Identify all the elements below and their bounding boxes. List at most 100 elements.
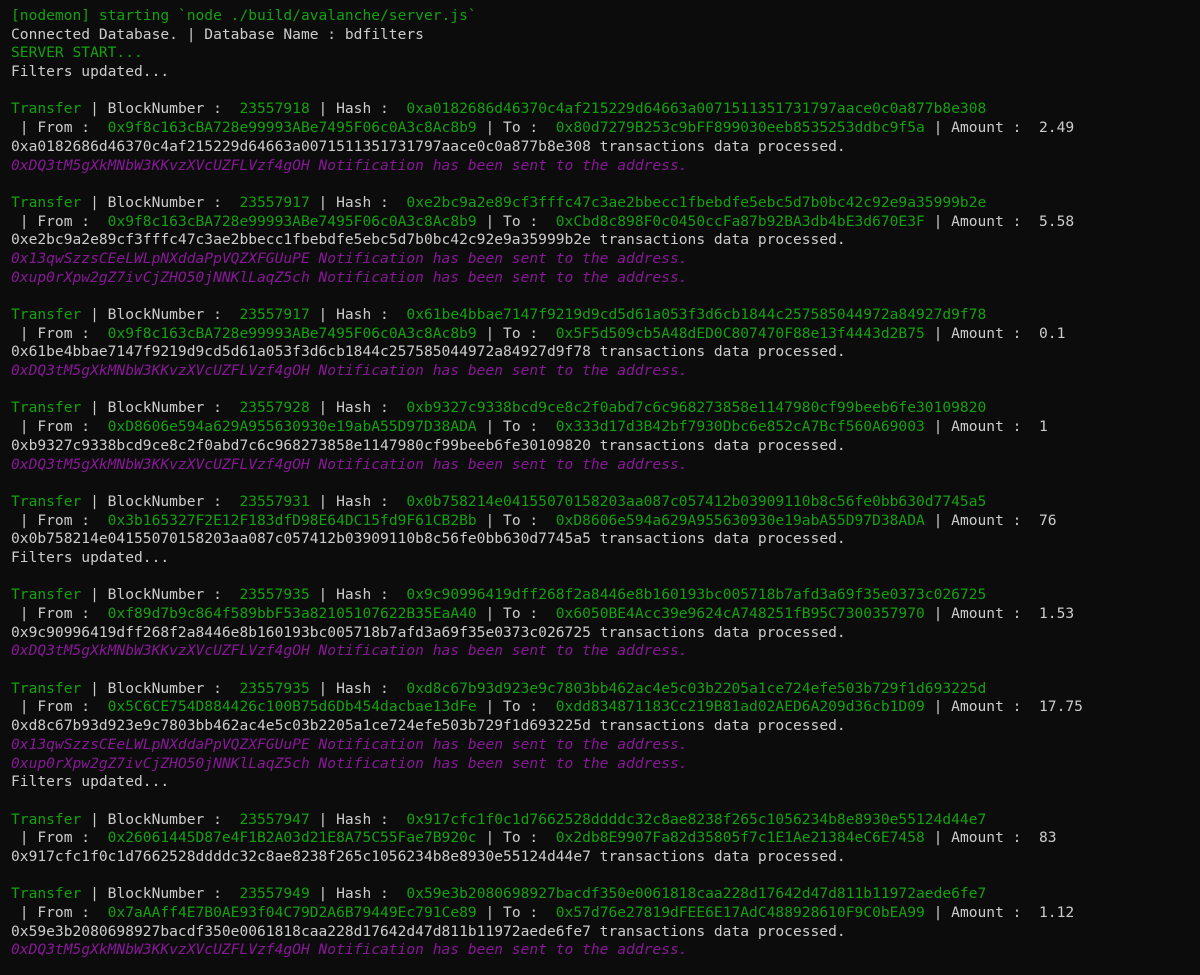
terminal-text-segment: | Amount : 1 [924,418,1048,436]
terminal-text-segment: 0xe2bc9a2e89cf3fffc47c3ae2bbecc1fbebdfe5… [406,193,987,211]
terminal-line-transfer: Transfer | BlockNumber : 23557935 | Hash… [11,586,1190,605]
terminal-text-segment: | Amount : 83 [924,829,1057,847]
terminal-line-transfer-detail: | From : 0x3b165327F2E12F183dfD98E64DC15… [11,512,1190,531]
terminal-text-segment: 0x5C6CE754D884426c100B75d6Db454dacbae13d… [107,698,477,716]
terminal-text-segment: 0x57d76e27819dFEE6E17AdC488928610F9C0bEA… [555,904,925,921]
terminal-text-segment: 0xf89d7b9c864f589bbF53a82105107622B35EaA… [107,605,477,622]
terminal-text-segment: 0xa0182686d46370c4af215229d64663a0071511… [11,137,846,155]
terminal-text-segment: Filters updated... [11,773,170,791]
terminal-line-transfer-detail: | From : 0x7aAAff4E7B0AE93f04C79D2A6B794… [11,904,1190,923]
terminal-text-segment: | Amount : 76 [924,511,1057,529]
terminal-line-notification: 0xDQ3tM5gXkMNbW3KKvzXVcUZFLVzf4gOH Notif… [11,362,1190,381]
terminal-text-segment: | Hash : [309,885,407,903]
terminal-text-segment: | BlockNumber : [81,885,240,903]
terminal-line-transfer: Transfer | BlockNumber : 23557917 | Hash… [11,306,1190,325]
terminal-text-segment: | From : [11,212,108,230]
terminal-text-segment: 0x6050BE4Acc39e9624cA748251fB95C73003579… [555,605,925,622]
terminal-line-notification: 0xDQ3tM5gXkMNbW3KKvzXVcUZFLVzf4gOH Notif… [11,157,1190,176]
terminal-text-segment: 0x80d7279B253c9bFF899030eeb8535253ddbc9f… [555,119,925,137]
terminal-line-transfer-detail: | From : 0xf89d7b9c864f589bbF53a82105107… [11,605,1190,624]
terminal-text-segment: | From : [11,829,108,847]
terminal-text-segment: 23557917 [239,193,310,211]
terminal-text-segment: Connected Database. | Database Name : bd… [11,25,424,43]
terminal-text-segment: 0x7aAAff4E7B0AE93f04C79D2A6B79449Ec791Ce… [107,904,477,921]
terminal-text-segment: [nodemon] starting `node ./build/avalanc… [11,7,477,24]
terminal-text-segment: 23557918 [239,100,310,118]
terminal-line-text: SERVER START... [11,44,1190,63]
terminal-text-segment: 0x2db8E9907Fa82d35805f7c1E1Ae21384eC6E74… [555,829,925,847]
terminal-text-segment: | To : [476,829,556,847]
terminal-text-segment: 0xup0rXpw2gZ7ivCjZHO50jNNKlLaqZ5ch Notif… [11,268,688,286]
terminal-text-segment: 23557928 [239,399,310,417]
terminal-text-segment: | BlockNumber : [81,399,240,417]
terminal-text-segment: 0xd8c67b93d923e9c7803bb462ac4e5c03b2205a… [406,679,987,697]
terminal-text-segment: | BlockNumber : [81,193,240,211]
terminal-line-processed: 0xb9327c9338bcd9ce8c2f0abd7c6c968273858e… [11,437,1190,456]
terminal-line-transfer: Transfer | BlockNumber : 23557917 | Hash… [11,194,1190,213]
terminal-line-processed: 0xd8c67b93d923e9c7803bb462ac4e5c03b2205a… [11,717,1190,736]
terminal-text-segment: | To : [476,511,556,529]
terminal-line-transfer: Transfer | BlockNumber : 23557928 | Hash… [11,399,1190,418]
terminal-text-segment: 0xb9327c9338bcd9ce8c2f0abd7c6c968273858e… [11,436,846,454]
terminal-line-transfer-detail: | From : 0x5C6CE754D884426c100B75d6Db454… [11,698,1190,717]
terminal-text-segment: Transfer [11,100,82,118]
terminal-line-processed: 0x61be4bbae7147f9219d9cd5d61a053f3d6cb18… [11,343,1190,362]
terminal-text-segment: | From : [11,511,108,529]
terminal-text-segment: 0xa0182686d46370c4af215229d64663a0071511… [406,100,987,118]
terminal-text-segment: Transfer [11,492,82,510]
terminal-text-segment: | From : [11,904,108,921]
terminal-line-processed: 0xe2bc9a2e89cf3fffc47c3ae2bbecc1fbebdfe5… [11,231,1190,250]
terminal-line-text: Filters updated... [11,63,1190,82]
terminal-text-segment: 0x0b758214e04155070158203aa087c057412b03… [406,492,987,510]
terminal-line-processed: 0x9c90996419dff268f2a8446e8b160193bc0057… [11,624,1190,643]
terminal-text-segment: Transfer [11,586,82,604]
terminal-text-segment: 23557947 [239,810,310,828]
terminal-line-transfer: Transfer | BlockNumber : 23557931 | Hash… [11,493,1190,512]
terminal-text-segment: | BlockNumber : [81,810,240,828]
terminal-text-segment: | Hash : [309,193,407,211]
terminal-line-text: [nodemon] starting `node ./build/avalanc… [11,7,1190,26]
terminal-line-notification: 0xDQ3tM5gXkMNbW3KKvzXVcUZFLVzf4gOH Notif… [11,642,1190,661]
terminal-line-transfer: Transfer | BlockNumber : 23557918 | Hash… [11,100,1190,119]
terminal-line-notification: 0xDQ3tM5gXkMNbW3KKvzXVcUZFLVzf4gOH Notif… [11,456,1190,475]
terminal-text-segment: 23557935 [239,679,310,697]
terminal-text-segment: | Hash : [309,306,407,323]
terminal-text-segment: 23557935 [239,586,310,604]
terminal-text-segment: Filters updated... [11,63,170,81]
terminal-text-segment: 0x0b758214e04155070158203aa087c057412b03… [11,530,846,548]
terminal-text-segment: | Hash : [309,100,407,118]
terminal-line-transfer-detail: | From : 0x9f8c163cBA728e99993ABe7495F06… [11,119,1190,138]
terminal-text-segment: Transfer [11,679,82,697]
terminal-text-segment: 0xD8606e594a629A955630930e19abA55D97D38A… [555,511,925,529]
terminal-text-segment: | Amount : 5.58 [924,212,1075,230]
terminal-text-segment: 0x917cfc1f0c1d7662528ddddc32c8ae8238f265… [406,810,987,828]
terminal-text-segment: | To : [476,904,556,921]
terminal-text-segment: Filters updated... [11,548,170,566]
terminal-text-segment: 0x59e3b2080698927bacdf350e0061818caa228d… [406,885,987,903]
terminal-text-segment: | To : [476,698,556,716]
terminal-text-segment: 0xDQ3tM5gXkMNbW3KKvzXVcUZFLVzf4gOH Notif… [11,642,688,660]
terminal-text-segment: Transfer [11,193,82,211]
terminal-text-segment: 0x9f8c163cBA728e99993ABe7495F06c0A3c8Ac8… [107,324,477,342]
terminal-text-segment: 0xDQ3tM5gXkMNbW3KKvzXVcUZFLVzf4gOH Notif… [11,156,688,174]
terminal-text-segment: | To : [476,119,556,137]
terminal-text-segment: 0x61be4bbae7147f9219d9cd5d61a053f3d6cb18… [406,306,987,323]
terminal-text-segment: SERVER START... [11,44,143,62]
terminal-text-segment: | Hash : [309,399,407,417]
terminal-text-segment: | Hash : [309,810,407,828]
terminal-text-segment: 23557931 [239,492,310,510]
terminal-output[interactable]: [nodemon] starting `node ./build/avalanc… [0,0,1200,975]
terminal-text-segment: 0xup0rXpw2gZ7ivCjZHO50jNNKlLaqZ5ch Notif… [11,754,688,772]
terminal-text-segment: 0x13qwSzzsCEeLWLpNXddaPpVQZXFGUuPE Notif… [11,249,688,267]
terminal-text-segment: | BlockNumber : [81,492,240,510]
terminal-text-segment: 0xe2bc9a2e89cf3fffc47c3ae2bbecc1fbebdfe5… [11,231,846,249]
terminal-text-segment: | To : [476,324,556,342]
terminal-line-transfer-detail: | From : 0x26061445D87e4F1B2A03d21E8A75C… [11,829,1190,848]
terminal-text-segment: | To : [476,605,556,622]
